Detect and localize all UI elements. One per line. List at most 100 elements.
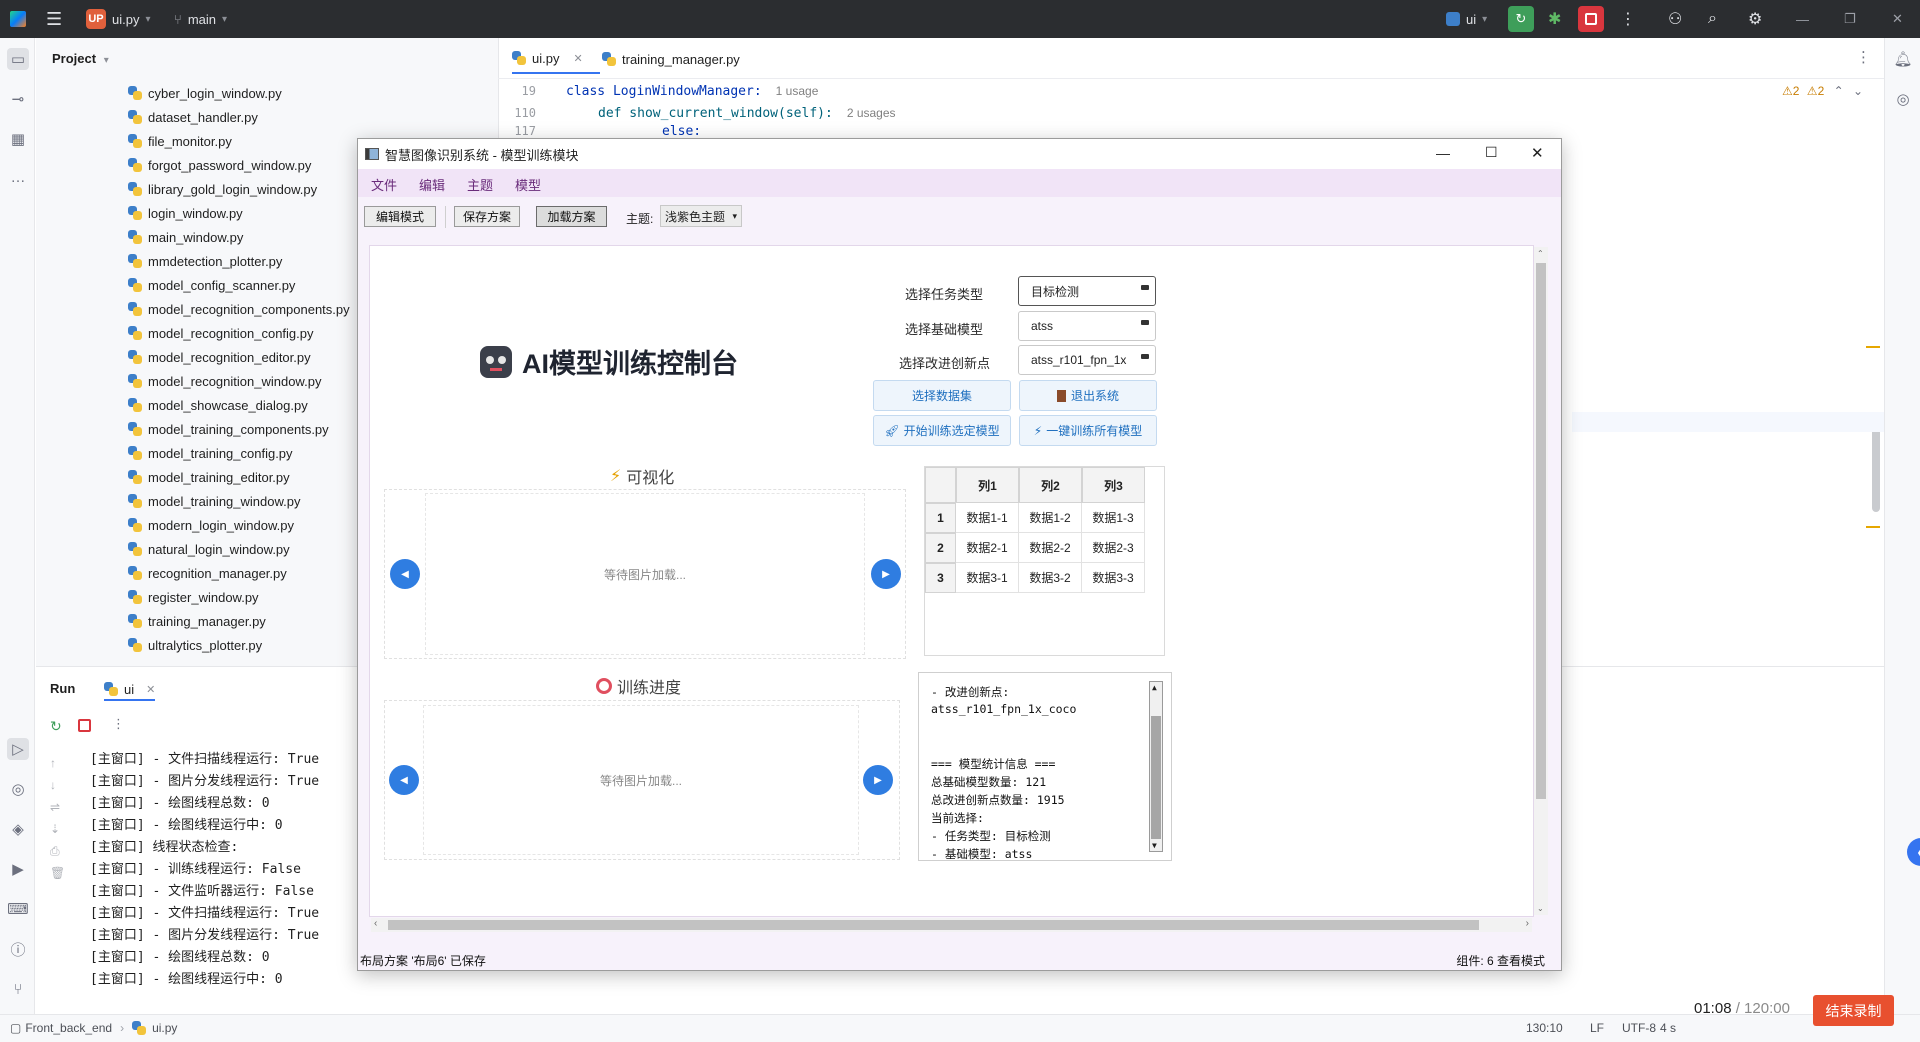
stop-button[interactable]	[1578, 0, 1604, 38]
line-separator[interactable]: LF	[1590, 1021, 1604, 1035]
file-item[interactable]: model_config_scanner.py	[128, 274, 295, 296]
code-line[interactable]: 110 def show_current_window(self): 2 usa…	[510, 102, 896, 124]
breadcrumb-project[interactable]: Front_back_end	[25, 1021, 112, 1035]
visualization-prev-button[interactable]: ◀	[390, 559, 420, 589]
table-cell[interactable]: 数据2-3	[1082, 533, 1145, 563]
services-icon[interactable]: ▶	[7, 858, 29, 880]
progress-next-button[interactable]: ▶	[863, 765, 893, 795]
commit-icon[interactable]: ⊸	[7, 88, 29, 110]
progress-prev-button[interactable]: ◀	[389, 765, 419, 795]
chevron-down-icon[interactable]: ⌄	[1853, 84, 1863, 98]
file-item[interactable]: file_monitor.py	[128, 130, 232, 152]
close-tab-icon[interactable]: ✕	[573, 52, 582, 65]
file-item[interactable]: model_training_config.py	[128, 442, 293, 464]
row-header[interactable]: 2	[925, 533, 956, 563]
close-icon[interactable]: ✕	[1531, 144, 1544, 162]
table-cell[interactable]: 数据2-2	[1019, 533, 1082, 563]
table-cell[interactable]: 数据2-1	[956, 533, 1019, 563]
breadcrumb-file[interactable]: ui.py	[152, 1021, 177, 1035]
trash-icon[interactable]: 🗑︎	[50, 862, 65, 884]
file-item[interactable]: dataset_handler.py	[128, 106, 258, 128]
file-switcher[interactable]: UP ui.py ▾	[86, 0, 151, 38]
file-item[interactable]: model_recognition_components.py	[128, 298, 350, 320]
rerun-icon[interactable]: ↻	[50, 718, 62, 735]
task-type-select[interactable]: 目标检测	[1018, 276, 1156, 306]
stop-icon[interactable]	[78, 719, 91, 732]
notifications-icon[interactable]: 🔔︎	[1892, 48, 1914, 70]
canvas-vertical-scrollbar[interactable]: ⌃ ⌄	[1534, 247, 1548, 915]
usage-hint[interactable]: 2 usages	[847, 106, 896, 120]
file-item[interactable]: register_window.py	[128, 586, 259, 608]
table-cell[interactable]: 数据3-3	[1082, 563, 1145, 593]
main-menu-icon[interactable]: ☰	[46, 0, 62, 38]
soft-wrap-icon[interactable]: ⇌	[50, 796, 65, 818]
cursor-position[interactable]: 130:10	[1526, 1021, 1563, 1035]
close-tab-icon[interactable]: ✕	[146, 683, 155, 696]
chevron-up-icon[interactable]: ⌃	[1537, 249, 1544, 258]
branch-switcher[interactable]: ⑂ main ▾	[174, 0, 227, 38]
file-encoding[interactable]: UTF-8	[1622, 1021, 1656, 1035]
visualization-next-button[interactable]: ▶	[871, 559, 901, 589]
edit-mode-button[interactable]: 编辑模式	[364, 206, 436, 227]
tabs-more-icon[interactable]: ⋮	[1856, 48, 1871, 66]
chevron-down-icon[interactable]: ⌄	[1537, 904, 1544, 913]
indent-setting[interactable]: 4 s	[1660, 1021, 1676, 1035]
editor-scrollbar[interactable]	[1872, 428, 1880, 512]
more-tools-icon[interactable]: …	[7, 166, 29, 188]
code-line[interactable]: 117 else:	[510, 124, 701, 138]
select-dataset-button[interactable]: 选择数据集	[873, 380, 1011, 411]
arrow-up-icon[interactable]: ↑	[50, 752, 65, 774]
usage-hint[interactable]: 1 usage	[776, 84, 819, 98]
chevron-right-icon[interactable]: ›	[1526, 918, 1529, 929]
search-icon[interactable]: ⌕	[1708, 0, 1717, 38]
run-tool-icon[interactable]: ▷	[7, 738, 29, 760]
chevron-up-icon[interactable]: ⌃	[1834, 84, 1844, 98]
scroll-up-icon[interactable]: ▲	[1152, 683, 1157, 692]
file-item[interactable]: main_window.py	[128, 226, 243, 248]
file-item[interactable]: model_training_window.py	[128, 490, 300, 512]
table-cell[interactable]: 数据1-3	[1082, 503, 1145, 533]
file-item[interactable]: model_showcase_dialog.py	[128, 394, 308, 416]
file-item[interactable]: forgot_password_window.py	[128, 154, 311, 176]
file-item[interactable]: recognition_manager.py	[128, 562, 287, 584]
table-cell[interactable]: 数据3-2	[1019, 563, 1082, 593]
problems-icon[interactable]: ⓘ	[7, 938, 29, 960]
rerun-button[interactable]: ↻	[1508, 0, 1534, 38]
chevron-left-icon[interactable]: ‹	[374, 918, 377, 929]
table-cell[interactable]: 数据1-2	[1019, 503, 1082, 533]
run-tab-ui[interactable]: ui ✕	[104, 679, 156, 701]
table-cell[interactable]: 数据1-1	[956, 503, 1019, 533]
column-header[interactable]: 列3	[1082, 467, 1145, 503]
table-corner[interactable]	[925, 467, 956, 503]
stop-recording-button[interactable]: 结束录制	[1813, 995, 1894, 1026]
terminal-icon[interactable]: ⌨	[7, 898, 29, 920]
log-scrollbar[interactable]: ▲ ▼	[1149, 681, 1163, 852]
row-header[interactable]: 3	[925, 563, 956, 593]
run-config-selector[interactable]: ui ▾	[1446, 0, 1487, 38]
file-item[interactable]: model_training_components.py	[128, 418, 329, 440]
canvas-horizontal-scrollbar[interactable]: ‹ ›	[371, 918, 1532, 932]
menu-edit[interactable]: 编辑	[419, 175, 445, 194]
file-item[interactable]: login_window.py	[128, 202, 243, 224]
column-header[interactable]: 列2	[1019, 467, 1082, 503]
profile-icon[interactable]: ⚇	[1668, 0, 1682, 38]
arrow-down-icon[interactable]: ↓	[50, 774, 65, 796]
row-header[interactable]: 1	[925, 503, 956, 533]
warnings-indicator[interactable]: ⚠2 ⚠2 ⌃ ⌄	[1782, 84, 1863, 98]
maximize-icon[interactable]: ☐	[1485, 144, 1498, 161]
column-header[interactable]: 列1	[956, 467, 1019, 503]
python-console-icon[interactable]: ◎	[7, 778, 29, 800]
scrollbar-thumb[interactable]	[1536, 263, 1546, 799]
scrollbar-thumb[interactable]	[388, 920, 1479, 930]
print-icon[interactable]: ⎙	[50, 840, 65, 862]
load-scheme-button[interactable]: 加载方案	[536, 206, 607, 227]
more-actions-icon[interactable]: ⋮	[112, 716, 125, 732]
menu-file[interactable]: 文件	[371, 175, 397, 194]
file-item[interactable]: model_recognition_config.py	[128, 322, 314, 344]
save-scheme-button[interactable]: 保存方案	[454, 206, 520, 227]
maximize-icon[interactable]: ❐	[1844, 0, 1856, 38]
close-icon[interactable]: ✕	[1892, 0, 1903, 38]
file-item[interactable]: library_gold_login_window.py	[128, 178, 317, 200]
more-actions-icon[interactable]: ⋮	[1620, 0, 1636, 38]
code-line[interactable]: 19 class LoginWindowManager: 1 usage	[510, 80, 819, 102]
